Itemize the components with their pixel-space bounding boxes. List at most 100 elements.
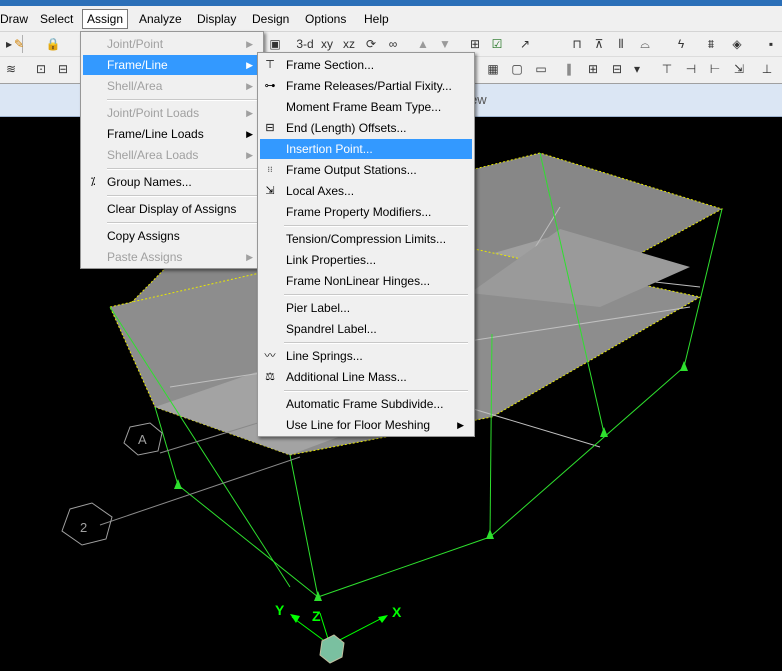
menu-item-frame-section[interactable]: ⊤ Frame Section... [260,55,472,75]
menu-separator [107,168,257,170]
toolbar-more-icon[interactable]: ▪ [762,35,780,53]
view-xy-button[interactable]: xy [318,35,336,53]
assign-axes-icon[interactable]: ⇲ [730,60,748,78]
perspective-icon[interactable]: ∞ [384,35,402,53]
menu-item-shell-area-loads[interactable]: Shell/Area Loads ▶ [83,145,261,165]
menu-item-end-offsets[interactable]: ⊟ End (Length) Offsets... [260,118,472,138]
menu-item-label: Frame/Line Loads [107,127,204,141]
view-3d-button[interactable]: 3-d [294,35,316,53]
assign-mass-icon[interactable]: ⊥ [758,60,776,78]
menu-item-shell-area[interactable]: Shell/Area ▶ [83,76,261,96]
menu-item-spandrel-label[interactable]: Spandrel Label... [260,319,472,339]
menu-item-floor-meshing[interactable]: Use Line for Floor Meshing ▶ [260,415,472,435]
z-axis-label: Z [312,608,321,624]
draw-point-icon[interactable]: ⊡ [32,60,50,78]
draw-rect-icon[interactable]: ▢ [508,60,526,78]
column-line[interactable] [289,454,319,598]
pan-icon[interactable]: ▣ [266,35,284,53]
menu-item-local-axes[interactable]: ⇲ Local Axes... [260,181,472,201]
draw-col-icon[interactable]: ⊟ [608,60,626,78]
draw-line-icon[interactable]: ⊟ [54,60,72,78]
base-line[interactable] [317,536,491,598]
menu-item-insertion-point[interactable]: Insertion Point... [260,139,472,159]
support-marker [600,427,608,437]
menu-item-line-mass[interactable]: ⚖ Additional Line Mass... [260,367,472,387]
view-xz-button[interactable]: xz [340,35,358,53]
results-icon[interactable]: ⩩ [702,35,720,53]
menu-item-label: Frame NonLinear Hinges... [286,274,431,288]
menu-item-paste-assigns[interactable]: Paste Assigns ▶ [83,247,261,267]
menu-item-label: Frame Section... [286,58,375,72]
menu-design[interactable]: Design [248,10,293,28]
base-line[interactable] [177,484,319,598]
menu-item-frame-line[interactable]: Frame/Line ▶ [83,55,261,75]
submenu-arrow-icon: ▶ [246,129,253,139]
menu-item-label: Frame/Line [107,58,168,72]
menu-item-label: Shell/Area [107,79,163,93]
move-up-icon[interactable]: ▲ [414,35,432,53]
menu-separator [107,195,257,197]
assign-section-icon[interactable]: ⊤ [658,60,676,78]
menu-item-moment-frame-beam-type[interactable]: Moment Frame Beam Type... [260,97,472,117]
menu-item-copy-assigns[interactable]: Copy Assigns [83,226,261,246]
menu-item-label: Use Line for Floor Meshing [286,418,431,432]
menu-item-group-names[interactable]: ⁒ Group Names... [83,172,261,192]
menu-item-pier-label[interactable]: Pier Label... [260,298,472,318]
support-marker [680,361,688,371]
menu-item-clear-display[interactable]: Clear Display of Assigns [83,199,261,219]
snap-icon[interactable]: ↗ [516,35,534,53]
frame-icon[interactable]: ⊓ [568,35,586,53]
menu-separator [284,390,468,392]
menu-options[interactable]: Options [301,10,350,28]
check-icon[interactable]: ☑ [488,35,506,53]
wall-icon[interactable]: ⌓ [636,35,654,53]
menu-item-label: Paste Assigns [107,250,183,264]
menu-item-output-stations[interactable]: ⁝⁝ Frame Output Stations... [260,160,472,180]
menu-item-label: Moment Frame Beam Type... [286,100,442,114]
menu-draw[interactable]: Draw [0,10,32,28]
menu-item-link-properties[interactable]: Link Properties... [260,250,472,270]
menu-separator [107,222,257,224]
submenu-arrow-icon: ▶ [246,39,253,49]
menu-item-nonlinear-hinges[interactable]: Frame NonLinear Hinges... [260,271,472,291]
move-down-icon[interactable]: ▼ [436,35,454,53]
menu-display[interactable]: Display [193,10,240,28]
menu-item-tension-compression[interactable]: Tension/Compression Limits... [260,229,472,249]
dropdown-icon[interactable]: ▾ [628,60,646,78]
select-all-icon[interactable]: ⊞ [466,35,484,53]
menu-item-label: Automatic Frame Subdivide... [286,397,444,411]
menu-analyze[interactable]: Analyze [135,10,186,28]
menu-item-label: Frame Output Stations... [286,163,417,177]
menu-item-frame-line-loads[interactable]: Frame/Line Loads ▶ [83,124,261,144]
draw-poly-icon[interactable]: ▭ [532,60,550,78]
menu-item-label: Line Springs... [286,349,363,363]
menu-item-property-modifiers[interactable]: Frame Property Modifiers... [260,202,472,222]
menu-select[interactable]: Select [36,10,77,28]
menu-help[interactable]: Help [360,10,393,28]
design-icon[interactable]: ◈ [728,35,746,53]
column-icon[interactable]: ⫴ [612,35,630,53]
assign-release-icon[interactable]: ⊣ [682,60,700,78]
brace-icon[interactable]: ⊼ [590,35,608,53]
menu-item-auto-subdivide[interactable]: Automatic Frame Subdivide... [260,394,472,414]
draw-beam-icon[interactable]: ⊞ [584,60,602,78]
menu-item-frame-releases[interactable]: ⊶ Frame Releases/Partial Fixity... [260,76,472,96]
menu-item-joint-point-loads[interactable]: Joint/Point Loads ▶ [83,103,261,123]
menu-item-label: Frame Releases/Partial Fixity... [286,79,452,93]
submenu-arrow-icon: ▶ [246,108,253,118]
rotate-icon[interactable]: ⟳ [362,35,380,53]
menu-assign[interactable]: Assign [82,9,129,29]
column-line[interactable] [683,208,723,368]
draw-area-icon[interactable]: ▦ [484,60,502,78]
lightning-icon[interactable]: ϟ [672,35,690,53]
menu-separator [107,99,257,101]
layers-icon[interactable]: ≋ [2,60,20,78]
draw-wall-icon[interactable]: ∥ [560,60,578,78]
menu-item-label: End (Length) Offsets... [286,121,407,135]
assign-offset-icon[interactable]: ⊢ [706,60,724,78]
menu-item-line-springs[interactable]: 〰 Line Springs... [260,346,472,366]
column-line[interactable] [154,406,179,486]
menu-item-joint-point[interactable]: Joint/Point ▶ [83,34,261,54]
pencil-icon[interactable]: ✎ [10,35,28,53]
lock-icon[interactable]: 🔒 [44,35,62,53]
